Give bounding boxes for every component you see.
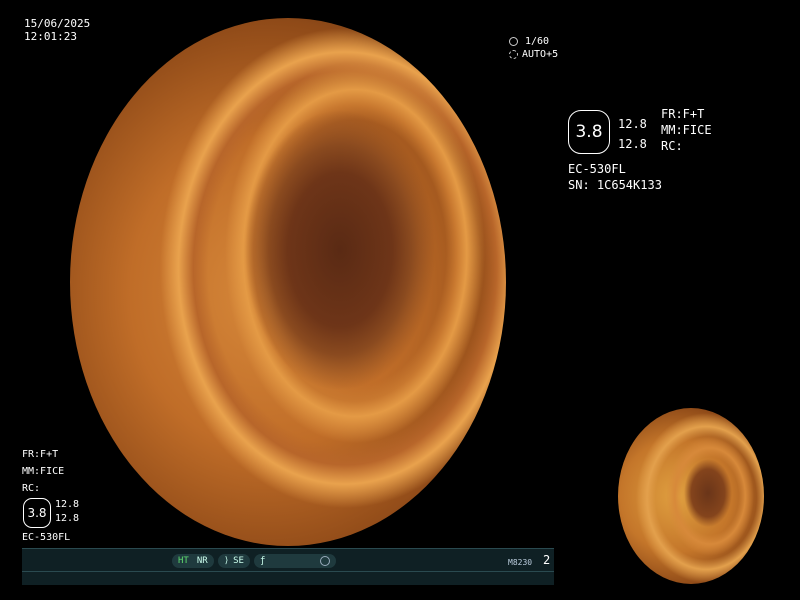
value-bottom-left: 12.8 <box>55 513 80 524</box>
zoom-value-right: 3.8 <box>575 122 603 142</box>
date-label: 15/06/2025 <box>24 17 91 30</box>
scope-model-left: EC-530FL <box>22 532 71 543</box>
flash-icon: ƒ <box>259 556 266 566</box>
status-bar: HT NR ⟩ SE ƒ M8230 2 <box>22 548 554 585</box>
iris-icon <box>509 50 518 59</box>
shutter-label: 1/60 <box>525 36 550 47</box>
fr-label-right: FR:F+T <box>661 107 705 121</box>
values-left: 12.8 12.8 <box>55 498 79 526</box>
mm-label-right: MM:FICE <box>661 123 712 137</box>
values-right: 12.8 12.8 <box>618 114 647 154</box>
rc-label-right: RC: <box>661 139 683 153</box>
machine-code: M8230 <box>508 558 533 567</box>
main-endoscope-view <box>70 18 506 546</box>
rc-label-left: RC: <box>22 483 41 494</box>
fr-label-left: FR:F+T <box>22 449 59 460</box>
mode-info-left: FR:F+T MM:FICE RC: <box>22 446 64 497</box>
value-top-right: 12.8 <box>618 117 647 131</box>
mode-info-right: FR:F+T MM:FICE RC: <box>661 106 712 154</box>
scope-info-right: EC-530FL SN: 1C654K133 <box>568 161 662 193</box>
shutter-icon <box>509 37 518 46</box>
value-bottom-right: 12.8 <box>618 137 647 151</box>
page-number: 2 <box>543 553 551 567</box>
zoom-badge-left: 3.8 <box>23 498 51 528</box>
zoom-badge-right: 3.8 <box>568 110 610 154</box>
record-icon <box>319 556 330 566</box>
mm-label-left: MM:FICE <box>22 466 65 477</box>
status-divider <box>22 571 554 572</box>
scope-model-right: EC-530FL <box>568 162 626 176</box>
ht-nr-indicator[interactable]: HT NR <box>172 554 214 568</box>
se-label: SE <box>233 556 244 566</box>
zoom-value-left: 3.8 <box>27 506 47 520</box>
exposure-info: 1/60 AUTO+5 <box>509 35 558 61</box>
function-indicator[interactable]: ƒ <box>253 554 336 568</box>
date-time: 15/06/2025 12:01:23 <box>24 17 90 43</box>
scope-edge-icon: ⟩ <box>223 556 230 566</box>
ht-label: HT <box>178 556 189 566</box>
nr-label: NR <box>196 556 208 566</box>
serial-number: SN: 1C654K133 <box>568 178 662 192</box>
value-top-left: 12.8 <box>55 499 80 510</box>
thumbnail-endoscope-view <box>618 408 764 584</box>
time-label: 12:01:23 <box>24 30 77 43</box>
auto-label: AUTO+5 <box>522 49 559 60</box>
se-indicator[interactable]: ⟩ SE <box>217 554 250 568</box>
